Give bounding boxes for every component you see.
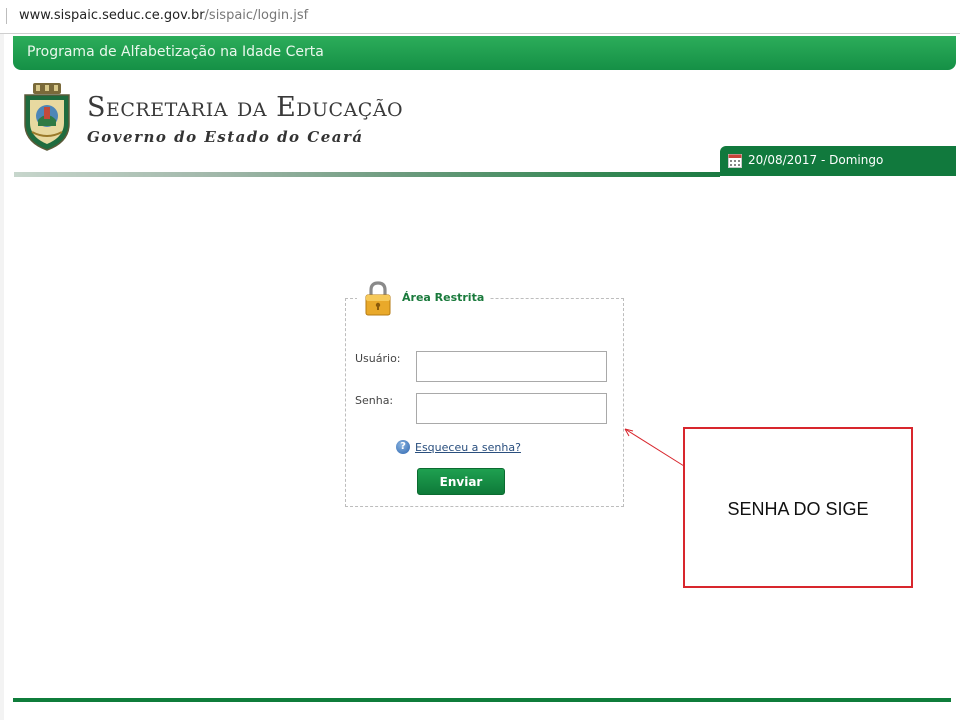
header-separator [14, 172, 720, 177]
address-bar-left-edge [0, 8, 7, 24]
annotation-text: SENHA DO SIGE [727, 499, 869, 519]
username-input[interactable] [416, 351, 607, 382]
program-header-bar: Programa de Alfabetização na Idade Certa [13, 36, 956, 70]
address-url[interactable]: www.sispaic.seduc.ce.gov.br/sispaic/logi… [19, 8, 308, 23]
question-icon[interactable]: ? [396, 440, 410, 454]
program-title: Programa de Alfabetização na Idade Certa [27, 44, 324, 60]
lock-icon [365, 281, 391, 316]
url-host: www.sispaic.seduc.ce.gov.br [19, 8, 205, 23]
forgot-password-link[interactable]: Esqueceu a senha? [415, 441, 521, 454]
login-title: Área Restrita [402, 291, 485, 304]
url-path: /sispaic/login.jsf [204, 8, 309, 23]
org-title: Secretaria da Educação [87, 92, 404, 123]
coat-of-arms-icon [24, 83, 70, 151]
date-tab: 20/08/2017 - Domingo [720, 146, 956, 176]
submit-button[interactable]: Enviar [417, 468, 505, 495]
org-subtitle: Governo do Estado do Ceará [87, 128, 364, 146]
browser-address-bar[interactable]: www.sispaic.seduc.ce.gov.br/sispaic/logi… [0, 0, 960, 34]
current-date: 20/08/2017 - Domingo [748, 153, 884, 167]
calendar-icon [728, 154, 742, 168]
password-label: Senha: [355, 394, 394, 407]
page-left-edge [0, 34, 4, 720]
annotation-callout: SENHA DO SIGE [683, 427, 913, 588]
footer-line [13, 698, 951, 702]
annotation-arrow [624, 428, 685, 467]
username-label: Usuário: [355, 352, 401, 365]
password-input[interactable] [416, 393, 607, 424]
